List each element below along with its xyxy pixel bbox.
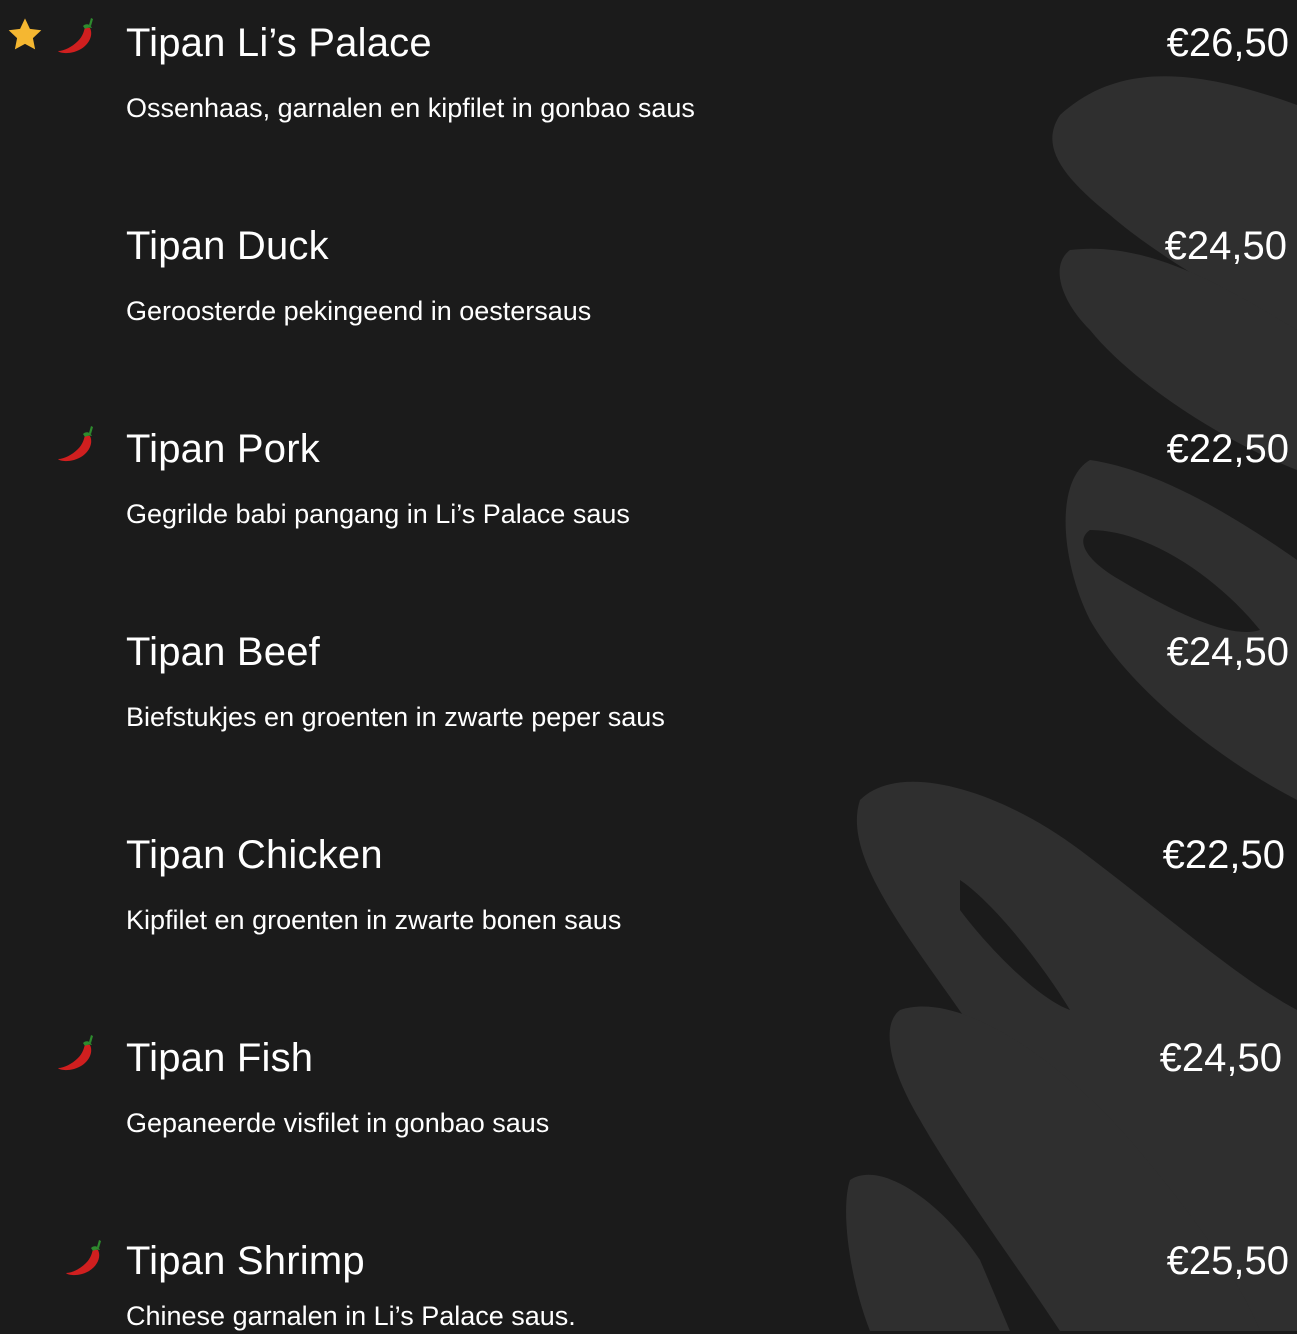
menu-item-price: €25,50 [1166, 1239, 1289, 1283]
menu-item-description: Kipfilet en groenten in zwarte bonen sau… [126, 905, 622, 935]
menu-item-icons [4, 420, 114, 470]
menu-item[interactable]: Tipan Li’s Palace Ossenhaas, garnalen en… [0, 10, 1297, 213]
chili-pepper-icon [62, 1236, 106, 1280]
menu-item-price: €24,50 [1164, 224, 1287, 268]
chili-pepper-icon [54, 422, 98, 466]
menu-item-name: Tipan Fish [126, 1036, 314, 1080]
menu-item-icons [4, 14, 114, 64]
menu-item-description: Chinese garnalen in Li’s Palace saus. [126, 1301, 576, 1331]
menu-item-icons [4, 1232, 114, 1282]
menu-item[interactable]: Tipan Chicken Kipfilet en groenten in zw… [0, 822, 1297, 1025]
menu-item[interactable]: Tipan Beef Biefstukjes en groenten in zw… [0, 619, 1297, 822]
menu-item[interactable]: Tipan Duck Geroosterde pekingeend in oes… [0, 213, 1297, 416]
menu-item-description: Biefstukjes en groenten in zwarte peper … [126, 702, 665, 732]
menu-item-name: Tipan Duck [126, 224, 329, 268]
menu-item-name: Tipan Chicken [126, 833, 383, 877]
menu-item-price: €22,50 [1162, 833, 1285, 877]
menu-item[interactable]: Tipan Pork Gegrilde babi pangang in Li’s… [0, 416, 1297, 619]
menu-item-name: Tipan Beef [126, 630, 320, 674]
menu-item-name: Tipan Pork [126, 427, 320, 471]
menu-item-icons [4, 1029, 114, 1079]
menu-item-price: €26,50 [1166, 21, 1289, 65]
menu-item[interactable]: Tipan Fish Gepaneerde visfilet in gonbao… [0, 1025, 1297, 1228]
menu-item-price: €24,50 [1166, 630, 1289, 674]
menu-item-price: €22,50 [1166, 427, 1289, 471]
menu-item-description: Gepaneerde visfilet in gonbao saus [126, 1108, 550, 1138]
chili-pepper-icon [54, 1031, 98, 1075]
menu-item-description: Geroosterde pekingeend in oestersaus [126, 296, 592, 326]
chili-pepper-icon [54, 14, 98, 58]
star-icon [6, 16, 44, 54]
menu-item-description: Gegrilde babi pangang in Li’s Palace sau… [126, 499, 630, 529]
menu-item-name: Tipan Li’s Palace [126, 21, 432, 65]
menu-item-description: Ossenhaas, garnalen en kipfilet in gonba… [126, 93, 695, 123]
menu-item-price: €24,50 [1159, 1036, 1282, 1080]
menu-item-name: Tipan Shrimp [126, 1239, 365, 1283]
menu-item[interactable]: Tipan Shrimp Chinese garnalen in Li’s Pa… [0, 1228, 1297, 1331]
menu-list: Tipan Li’s Palace Ossenhaas, garnalen en… [0, 0, 1297, 1331]
